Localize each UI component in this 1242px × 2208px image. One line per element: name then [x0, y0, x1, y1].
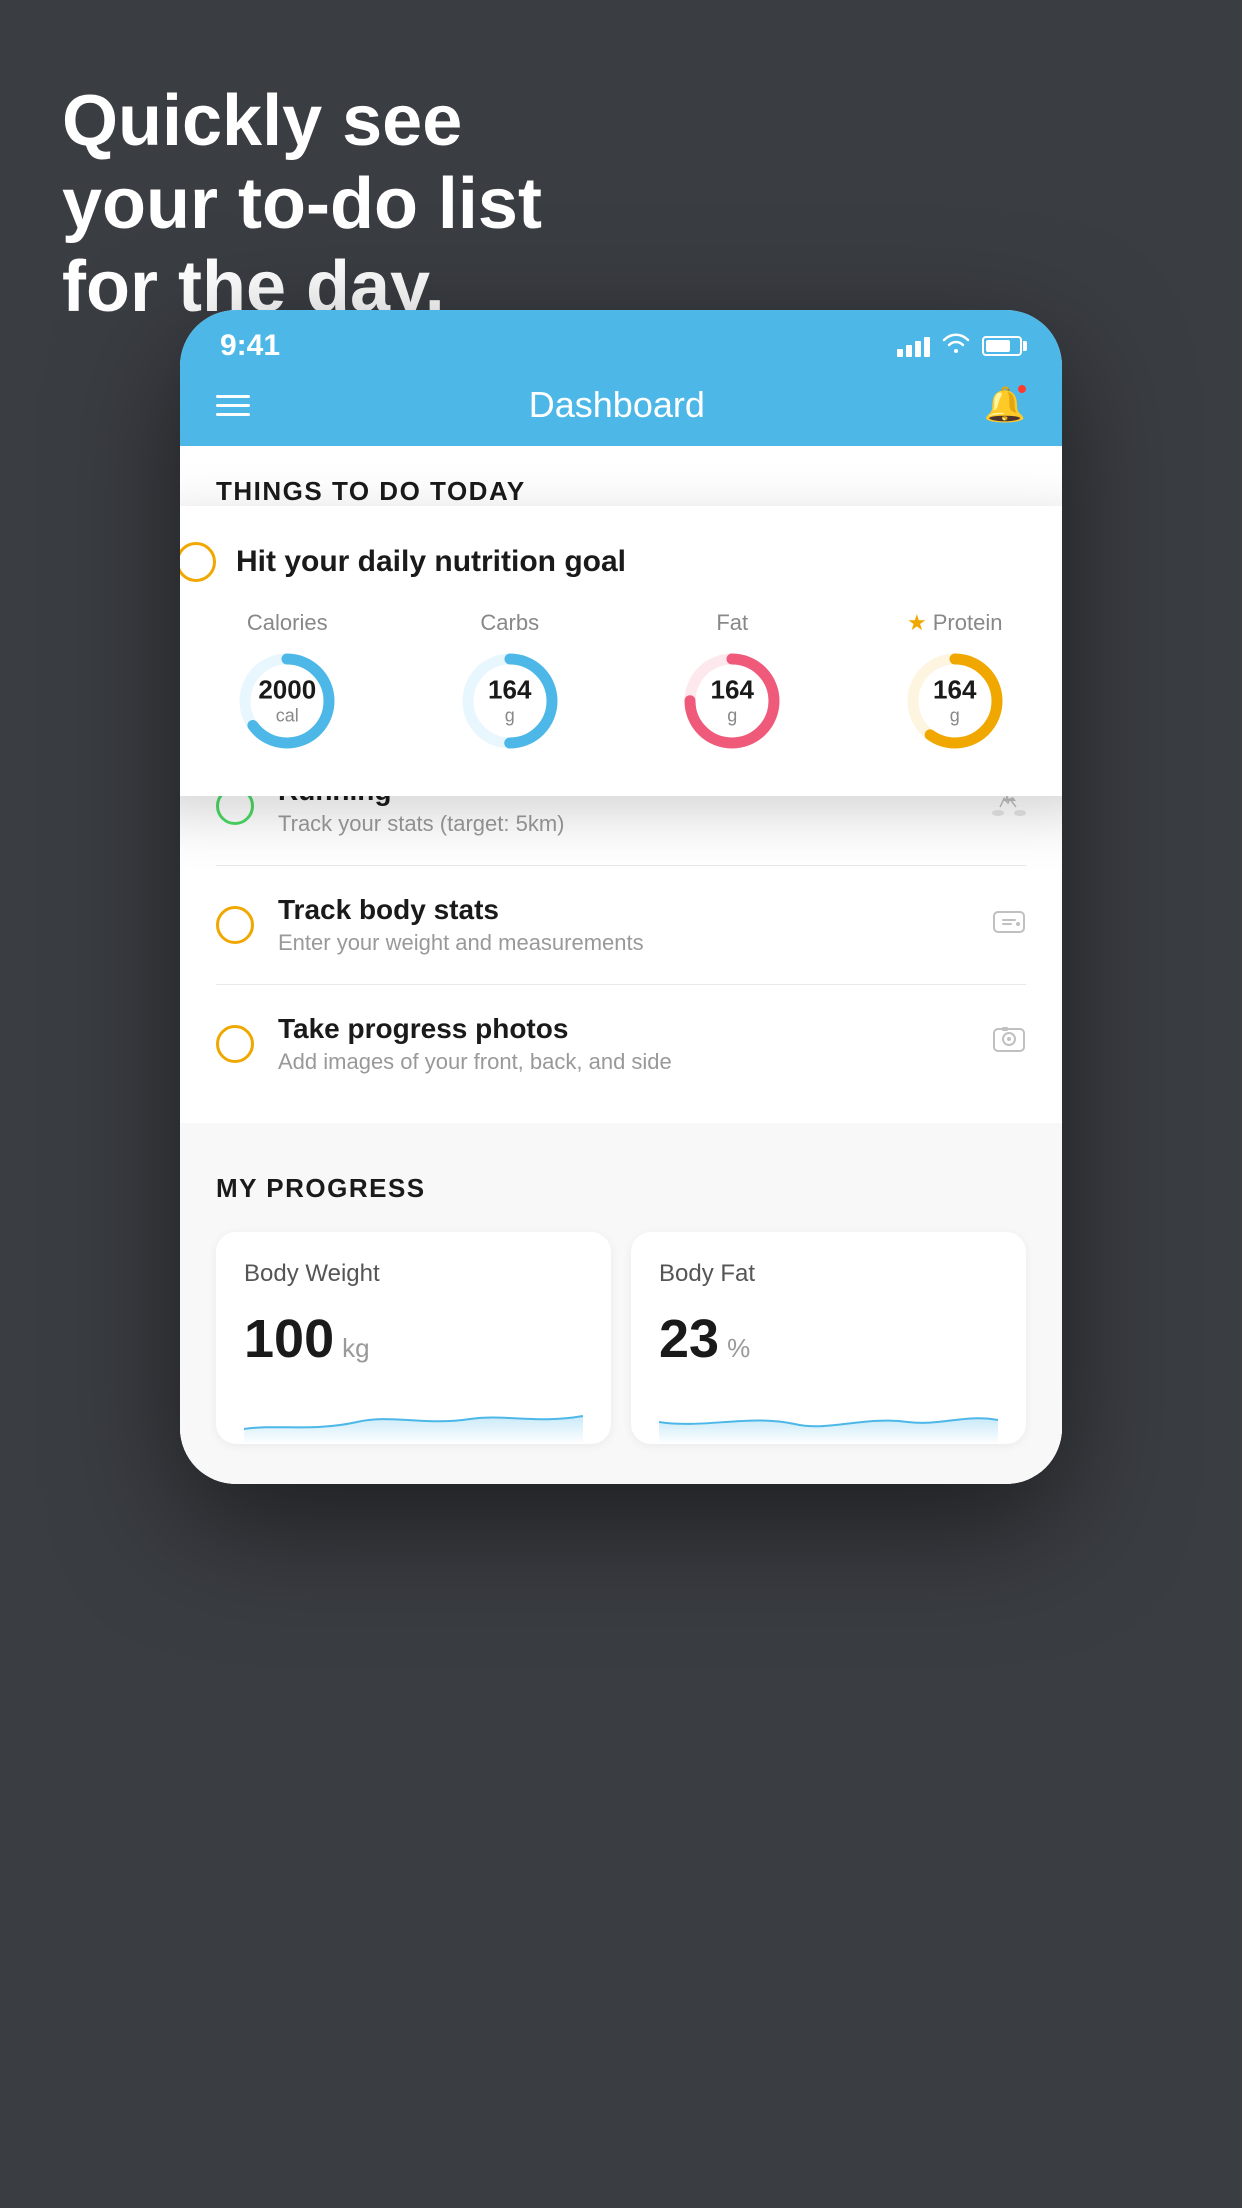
star-icon: ★ — [907, 610, 927, 636]
carbs-donut: 164 g — [455, 646, 565, 756]
nav-title: Dashboard — [529, 384, 705, 426]
fat-value: 164 — [711, 675, 754, 706]
photo-icon — [992, 1025, 1026, 1063]
status-time: 9:41 — [220, 329, 280, 363]
card-title: Hit your daily nutrition goal — [236, 545, 626, 579]
body-weight-value-row: 100 kg — [244, 1308, 583, 1370]
nutrition-fat: Fat 164 g — [677, 610, 787, 756]
battery-icon — [982, 336, 1022, 356]
status-bar: 9:41 — [180, 310, 1062, 374]
todo-name-photos: Take progress photos — [278, 1013, 976, 1045]
fat-unit: g — [711, 706, 754, 728]
progress-cards: Body Weight 100 kg — [216, 1232, 1026, 1444]
nutrition-card: Hit your daily nutrition goal Calories 2… — [180, 506, 1062, 796]
todo-name-body-stats: Track body stats — [278, 894, 976, 926]
calories-unit: cal — [258, 706, 316, 728]
nav-bar: Dashboard 🔔 — [180, 374, 1062, 446]
nutrition-calories: Calories 2000 cal — [232, 610, 342, 756]
body-weight-title: Body Weight — [244, 1260, 583, 1288]
body-weight-chart — [244, 1394, 583, 1444]
protein-label: Protein — [933, 610, 1003, 636]
carbs-value: 164 — [488, 675, 531, 706]
body-weight-unit: kg — [342, 1333, 369, 1364]
nutrition-row: Calories 2000 cal Carbs — [180, 610, 1062, 756]
body-fat-chart — [659, 1394, 998, 1444]
todo-circle-body-stats — [216, 906, 254, 944]
carbs-label: Carbs — [480, 610, 539, 636]
progress-heading: MY PROGRESS — [216, 1173, 1026, 1204]
todo-sub-running: Track your stats (target: 5km) — [278, 811, 976, 837]
body-weight-card: Body Weight 100 kg — [216, 1232, 611, 1444]
protein-label-wrap: ★ Protein — [907, 610, 1002, 636]
body-weight-value: 100 — [244, 1308, 334, 1370]
progress-section: MY PROGRESS Body Weight 100 kg — [180, 1123, 1062, 1484]
todo-sub-photos: Add images of your front, back, and side — [278, 1049, 976, 1075]
fat-label: Fat — [716, 610, 748, 636]
card-header: Hit your daily nutrition goal — [180, 542, 1062, 582]
nutrition-carbs: Carbs 164 g — [455, 610, 565, 756]
todo-info-body-stats: Track body stats Enter your weight and m… — [278, 894, 976, 956]
calories-value: 2000 — [258, 675, 316, 706]
todo-info-photos: Take progress photos Add images of your … — [278, 1013, 976, 1075]
headline: Quickly see your to-do list for the day. — [62, 80, 542, 328]
card-radio[interactable] — [180, 542, 216, 582]
content-area: THINGS TO DO TODAY Hit your daily nutrit… — [180, 446, 1062, 1484]
calories-donut: 2000 cal — [232, 646, 342, 756]
nutrition-protein: ★ Protein 164 g — [900, 610, 1010, 756]
body-fat-value-row: 23 % — [659, 1308, 998, 1370]
notification-dot — [1016, 383, 1028, 395]
body-fat-title: Body Fat — [659, 1260, 998, 1288]
status-icons — [897, 332, 1022, 360]
carbs-unit: g — [488, 706, 531, 728]
protein-donut: 164 g — [900, 646, 1010, 756]
body-fat-card: Body Fat 23 % — [631, 1232, 1026, 1444]
body-fat-unit: % — [727, 1333, 750, 1364]
todo-item-photos[interactable]: Take progress photos Add images of your … — [216, 985, 1026, 1103]
wifi-icon — [942, 332, 970, 360]
protein-unit: g — [933, 706, 976, 728]
notification-bell[interactable]: 🔔 — [984, 385, 1026, 425]
todo-item-body-stats[interactable]: Track body stats Enter your weight and m… — [216, 866, 1026, 985]
todo-circle-photos — [216, 1025, 254, 1063]
todo-sub-body-stats: Enter your weight and measurements — [278, 930, 976, 956]
fat-donut: 164 g — [677, 646, 787, 756]
phone-mockup: 9:41 Dashboard — [180, 310, 1062, 1484]
signal-icon — [897, 335, 930, 357]
hamburger-menu[interactable] — [216, 395, 250, 416]
scale-icon — [992, 906, 1026, 944]
protein-value: 164 — [933, 675, 976, 706]
calories-label: Calories — [247, 610, 328, 636]
body-fat-value: 23 — [659, 1308, 719, 1370]
todo-list: Running Track your stats (target: 5km) — [180, 747, 1062, 1103]
